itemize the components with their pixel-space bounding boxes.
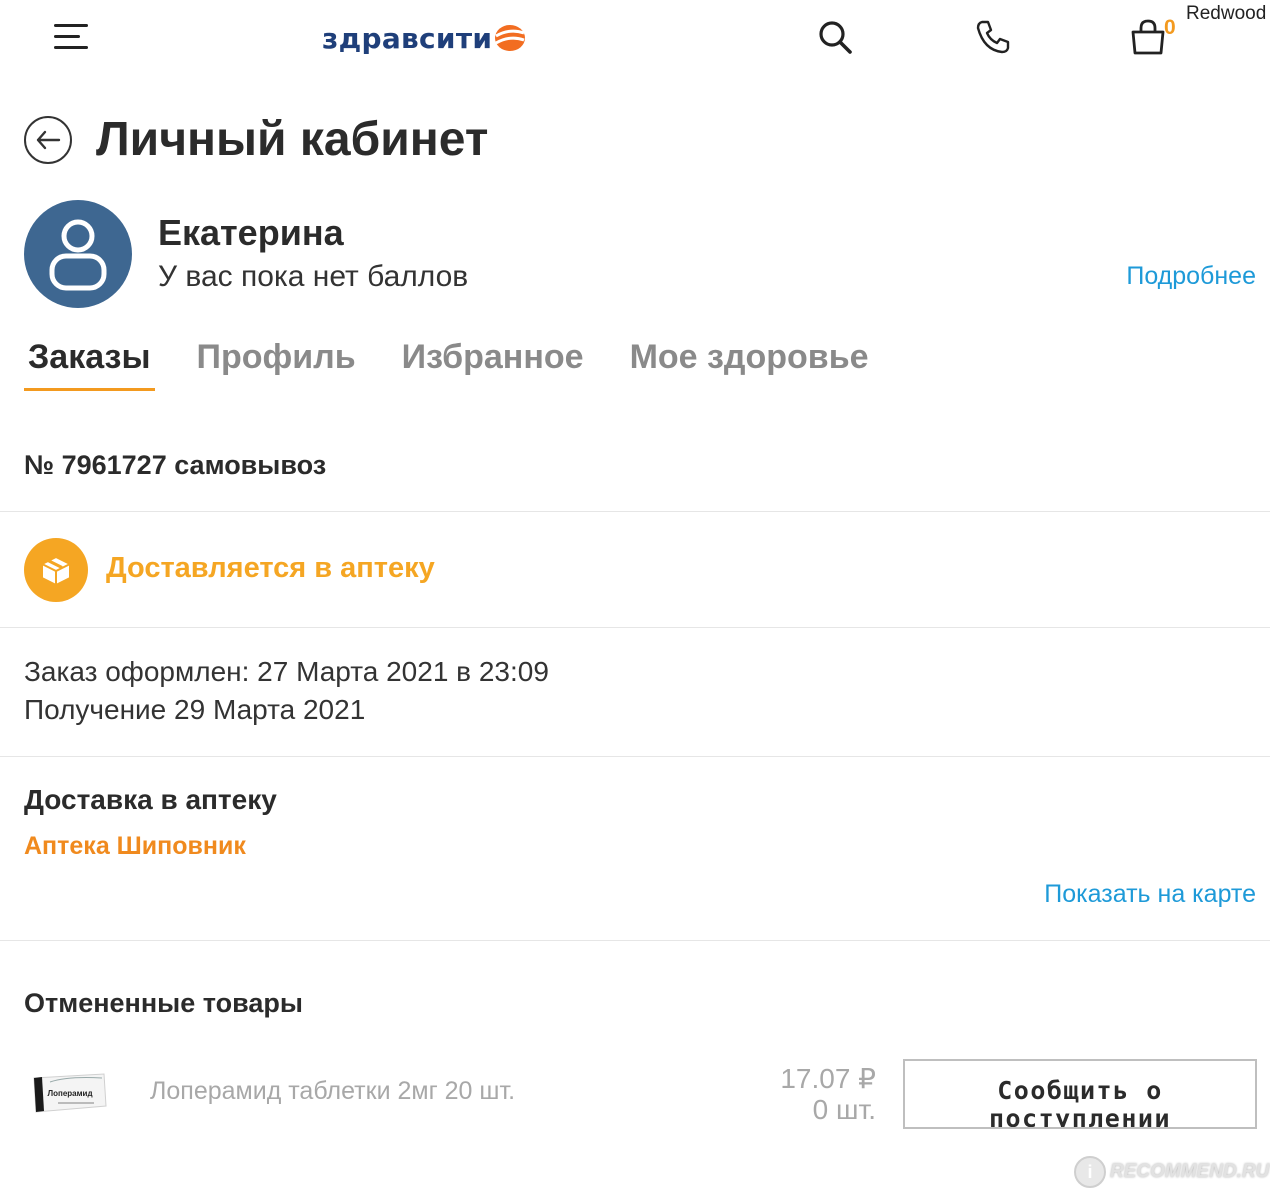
logo-mark-icon [495,25,526,51]
user-points-status: У вас пока нет баллов [158,260,469,293]
tab-bar: Заказы Профиль Избранное Мое здоровье [24,334,911,391]
delivery-title: Доставка в аптеку [24,784,277,815]
order-placed-date: Заказ оформлен: 27 Марта 2021 в 23:09 [24,656,549,687]
order-number: № 7961727 самовывоз [24,450,327,480]
show-on-map-link[interactable]: Показать на карте [1044,880,1256,909]
notify-on-arrival-button[interactable]: Сообщить о поступлении [903,1059,1257,1129]
user-icon [49,219,107,291]
recommend-badge: i [1074,1156,1106,1188]
avatar [24,200,132,308]
phone-icon[interactable] [974,18,1012,56]
divider [0,940,1270,941]
more-link[interactable]: Подробнее [1126,262,1256,291]
order-status: Доставляется в аптеку [106,552,435,584]
pharmacy-link[interactable]: Аптека Шиповник [24,832,246,861]
cart-count-badge: 0 [1164,16,1176,39]
product-name[interactable]: Лоперамид таблетки 2мг 20 шт. [150,1077,515,1106]
logo-text: здравсити [322,21,493,55]
search-icon[interactable] [816,18,854,56]
order-pickup-date: Получение 29 Марта 2021 [24,694,366,725]
tab-profile[interactable]: Профиль [193,334,360,391]
tab-orders[interactable]: Заказы [24,334,155,391]
cart-icon[interactable] [1128,18,1168,56]
page-title: Личный кабинет [96,113,489,166]
product-quantity: 0 шт. [812,1094,876,1125]
cancelled-items-title: Отмененные товары [24,988,303,1018]
recommend-text: RECOMMEND.RU [1110,1161,1270,1182]
divider [0,756,1270,757]
logo[interactable]: здравсити [322,18,527,58]
status-icon [24,538,88,602]
product-image: Лоперамид [33,1073,107,1113]
tab-favorites[interactable]: Избранное [398,334,588,391]
back-arrow-icon [36,130,61,150]
divider [0,627,1270,628]
box-icon [41,555,71,587]
overlay-username: Redwood [1186,3,1267,24]
package-label: Лоперамид [47,1089,92,1098]
back-button[interactable] [24,116,72,164]
product-price: 17.07 ₽ [780,1063,876,1094]
recommend-watermark: i RECOMMEND.RU [1074,1156,1269,1188]
divider [0,511,1270,512]
menu-icon[interactable] [52,22,88,52]
tab-my-health[interactable]: Мое здоровье [626,334,873,391]
user-name: Екатерина [158,212,344,253]
